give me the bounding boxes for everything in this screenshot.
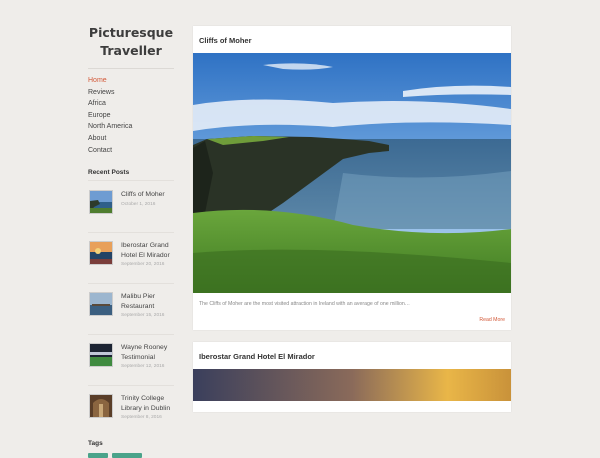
- recent-post-date: September 12, 2016: [121, 364, 165, 370]
- post-featured-image[interactable]: [193, 369, 511, 401]
- recent-post-date: September 8, 2016: [121, 415, 162, 421]
- list-item[interactable]: Malibu Pier Restaurant September 15, 201…: [88, 283, 174, 334]
- recent-post-title[interactable]: Iberostar Grand Hotel El Mirador: [121, 241, 174, 260]
- recent-post-title[interactable]: Wayne Rooney Testimonial: [121, 343, 174, 362]
- nav-item-europe[interactable]: Europe: [88, 110, 174, 122]
- nav-item-about[interactable]: About: [88, 133, 174, 145]
- list-item[interactable]: Wayne Rooney Testimonial September 12, 2…: [88, 334, 174, 385]
- post-featured-image[interactable]: [193, 53, 511, 293]
- nav-item-north-america[interactable]: North America: [88, 121, 174, 133]
- site-title[interactable]: Picturesque Traveller: [88, 24, 174, 60]
- nav-item-africa[interactable]: Africa: [88, 98, 174, 110]
- recent-post-title[interactable]: Trinity College Library in Dublin: [121, 394, 174, 413]
- post-card: Cliffs of Moher The Cliffs of Moher are …: [193, 26, 511, 330]
- recent-posts-list: Cliffs of Moher October 1, 2016 Iberosta…: [88, 180, 174, 436]
- divider: [88, 68, 174, 69]
- post-thumbnail[interactable]: [89, 292, 113, 317]
- sidebar: Picturesque Traveller Home Reviews Afric…: [88, 24, 174, 458]
- post-thumbnail[interactable]: [89, 190, 113, 215]
- site-title-line1[interactable]: Picturesque: [88, 24, 174, 42]
- recent-posts-heading: Recent Posts: [88, 169, 130, 177]
- post-thumbnail[interactable]: [89, 343, 113, 368]
- recent-post-date: September 15, 2016: [121, 313, 165, 319]
- tags-heading: Tags: [88, 440, 103, 448]
- recent-post-title[interactable]: Cliffs of Moher: [121, 190, 165, 200]
- tag-chip[interactable]: [88, 453, 108, 458]
- site-title-line2[interactable]: Traveller: [88, 42, 174, 60]
- nav-item-reviews[interactable]: Reviews: [88, 87, 174, 99]
- nav-item-home[interactable]: Home: [88, 75, 174, 87]
- recent-post-title[interactable]: Malibu Pier Restaurant: [121, 292, 174, 311]
- post-thumbnail[interactable]: [89, 394, 113, 419]
- tag-cloud: [88, 453, 174, 458]
- tag-chip[interactable]: [112, 453, 142, 458]
- list-item[interactable]: Iberostar Grand Hotel El Mirador Septemb…: [88, 232, 174, 283]
- main-nav: Home Reviews Africa Europe North America…: [88, 75, 174, 156]
- post-title[interactable]: Cliffs of Moher: [193, 26, 511, 53]
- post-thumbnail[interactable]: [89, 241, 113, 266]
- recent-post-date: September 20, 2016: [121, 262, 165, 268]
- list-item[interactable]: Cliffs of Moher October 1, 2016: [88, 180, 174, 232]
- read-more-link[interactable]: Read More: [479, 317, 505, 323]
- post-excerpt: The Cliffs of Moher are the most visited…: [199, 301, 410, 307]
- post-card: Iberostar Grand Hotel El Mirador: [193, 342, 511, 412]
- recent-post-date: October 1, 2016: [121, 201, 156, 207]
- list-item[interactable]: Trinity College Library in Dublin Septem…: [88, 385, 174, 436]
- post-title[interactable]: Iberostar Grand Hotel El Mirador: [193, 342, 511, 369]
- nav-item-contact[interactable]: Contact: [88, 145, 174, 157]
